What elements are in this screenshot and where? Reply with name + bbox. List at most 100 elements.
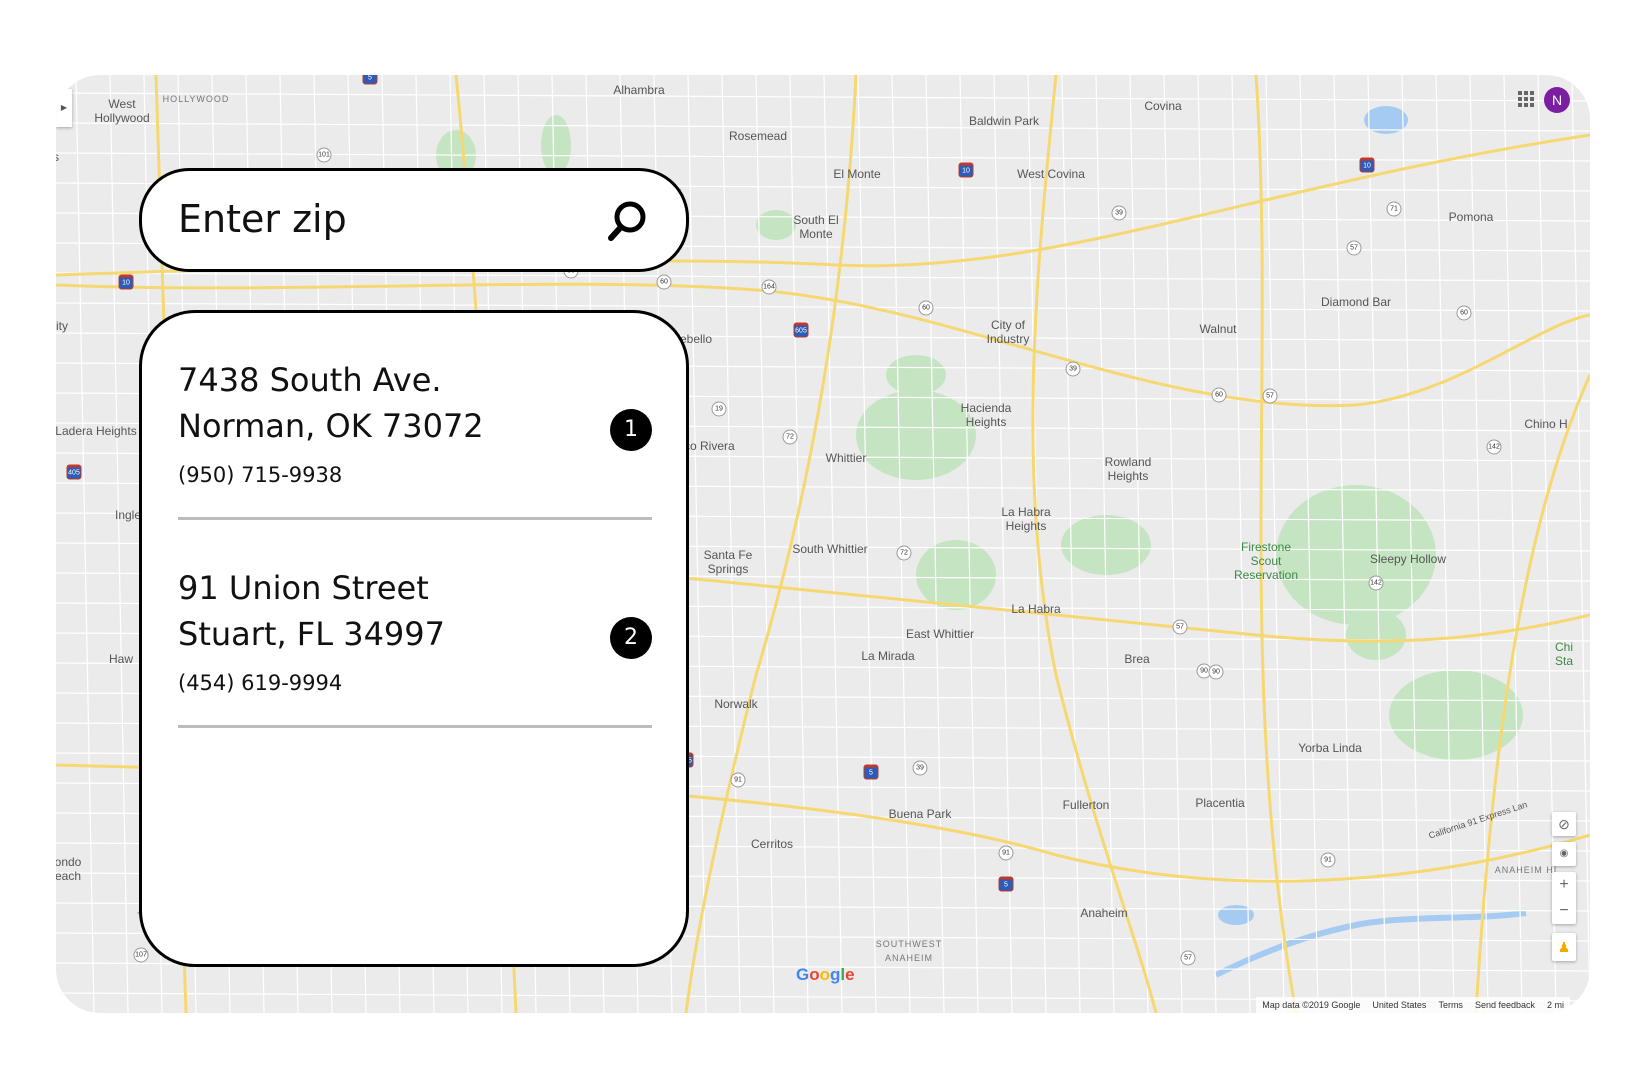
- zoom-controls: + −: [1552, 872, 1576, 924]
- result-address-line2: Stuart, FL 34997: [178, 615, 445, 653]
- map-place-label: Fullerton: [1062, 798, 1110, 812]
- map-place-label: Sleepy Hollow: [1369, 552, 1447, 566]
- route-shield: 57: [1262, 388, 1278, 404]
- my-location-icon[interactable]: ◉: [1552, 842, 1576, 866]
- route-shield: 91: [1320, 852, 1336, 868]
- scale-bar: 2 mi: [1546, 1000, 1564, 1010]
- street: [56, 272, 1590, 282]
- street: [109, 75, 129, 1013]
- map-place-label: SOUTHWEST ANAHEIM: [875, 939, 943, 963]
- route-shield: 405: [66, 464, 82, 480]
- avatar[interactable]: N: [1544, 87, 1570, 113]
- map-footer: Map data ©2019 Google United States Term…: [1256, 997, 1570, 1013]
- terms-link[interactable]: Terms: [1438, 1000, 1463, 1010]
- route-shield: 72: [782, 429, 798, 445]
- result-divider: [178, 517, 652, 520]
- zip-search-bar: [139, 168, 689, 272]
- map-place-label: Anaheim: [1080, 906, 1128, 920]
- map-place-label: East Whittier: [905, 627, 975, 641]
- street: [687, 75, 707, 1013]
- route-shield: 57: [1172, 619, 1188, 635]
- map-place-label: La Habra Heights: [1001, 505, 1051, 533]
- route-shield: 60: [918, 300, 934, 316]
- street: [1163, 75, 1183, 1013]
- map-place-label: HOLLYWOOD: [162, 94, 230, 104]
- route-shield: 19: [711, 401, 727, 417]
- result-divider: [178, 725, 652, 728]
- map-place-label: Placentia: [1195, 796, 1245, 810]
- route-shield: 101: [316, 147, 332, 163]
- google-logo: Google: [796, 965, 855, 984]
- feedback-link[interactable]: Send feedback: [1475, 1000, 1535, 1010]
- route-shield: 605: [793, 322, 809, 338]
- zip-search-input[interactable]: [178, 193, 598, 245]
- map-place-label: Walnut: [1199, 322, 1237, 336]
- route-shield: 10: [958, 162, 974, 178]
- park-area: [856, 390, 976, 480]
- zoom-in-icon[interactable]: +: [1552, 872, 1576, 898]
- map-place-label: Alhambra: [613, 83, 665, 97]
- route-shield: 91: [730, 772, 746, 788]
- map-data-attribution: Map data ©2019 Google: [1262, 1000, 1361, 1010]
- result-item[interactable]: 91 Union Street Stuart, FL 34997 (454) 6…: [178, 565, 652, 728]
- search-button[interactable]: [606, 199, 650, 243]
- route-shield: 39: [912, 760, 928, 776]
- map-place-label: Santa Fe Springs: [703, 548, 753, 576]
- route-shield: 142: [1368, 575, 1384, 591]
- street: [993, 75, 1013, 1013]
- route-shield: 60: [656, 274, 672, 290]
- map-place-label: ondo each: [56, 855, 82, 883]
- search-icon: [608, 201, 646, 241]
- map-place-label: Pomona: [1448, 210, 1494, 224]
- sidebar-toggle-icon[interactable]: ▶: [56, 89, 72, 127]
- route-shield: 57: [1346, 240, 1362, 256]
- apps-grid-icon[interactable]: [1518, 91, 1534, 107]
- park-area: [916, 540, 996, 610]
- route-shield: 10: [118, 274, 134, 290]
- park-area: [756, 210, 796, 240]
- zoom-out-icon[interactable]: −: [1552, 898, 1576, 924]
- map-place-label: City of Industry: [986, 318, 1030, 346]
- map-place-label: Diamond Bar: [1320, 295, 1392, 309]
- map-place-label: Ladera Heights: [56, 424, 137, 438]
- map-place-label: La Mirada: [861, 649, 915, 663]
- map-place-label: El Monte: [833, 167, 881, 181]
- map-place-label: Buena Park: [888, 807, 952, 821]
- region-link[interactable]: United States: [1372, 1000, 1426, 1010]
- map-place-label: Rosemead: [728, 129, 788, 143]
- map-place-label: Rowland Heights: [1104, 455, 1152, 483]
- street: [891, 75, 911, 1013]
- map-place-label: West Hollywood: [94, 97, 150, 125]
- route-shield: 39: [1111, 205, 1127, 221]
- street: [56, 92, 1590, 102]
- map-place-label: Cerritos: [750, 837, 794, 851]
- map-place-label: Chi Sta: [1554, 640, 1574, 668]
- route-shield: 91: [998, 845, 1014, 861]
- result-item[interactable]: 7438 South Ave. Norman, OK 73072 (950) 7…: [178, 357, 652, 520]
- map-place-label: West Covina: [1017, 167, 1085, 181]
- park-area: [886, 355, 946, 395]
- map-place-label: Haw: [108, 652, 134, 666]
- route-shield: 60: [1211, 387, 1227, 403]
- map-place-label: s: [56, 150, 59, 164]
- results-panel: 7438 South Ave. Norman, OK 73072 (950) 7…: [139, 310, 689, 967]
- pegman-icon[interactable]: ♟: [1552, 933, 1576, 961]
- compass-icon[interactable]: ⊘: [1552, 812, 1576, 836]
- map-place-label: Whittier: [825, 451, 867, 465]
- map-place-label: La Habra: [1011, 602, 1061, 616]
- route-shield: 60: [1456, 305, 1472, 321]
- map-place-label: ity: [56, 319, 68, 333]
- map-place-label: South Whittier: [792, 542, 868, 556]
- result-address-line2: Norman, OK 73072: [178, 407, 484, 445]
- route-shield: 142: [1486, 439, 1502, 455]
- map-place-label: Hacienda Heights: [960, 401, 1012, 429]
- result-phone: (454) 619-9994: [178, 671, 343, 695]
- route-shield: 10: [1359, 157, 1375, 173]
- street: [56, 122, 1590, 132]
- map-place-label: Norwalk: [714, 697, 758, 711]
- map-place-label: Baldwin Park: [968, 114, 1040, 128]
- map-place-label: Firestone Scout Reservation: [1233, 540, 1299, 582]
- park-area: [541, 115, 571, 175]
- result-phone: (950) 715-9938: [178, 463, 343, 487]
- map-place-label: Ingle: [114, 508, 142, 522]
